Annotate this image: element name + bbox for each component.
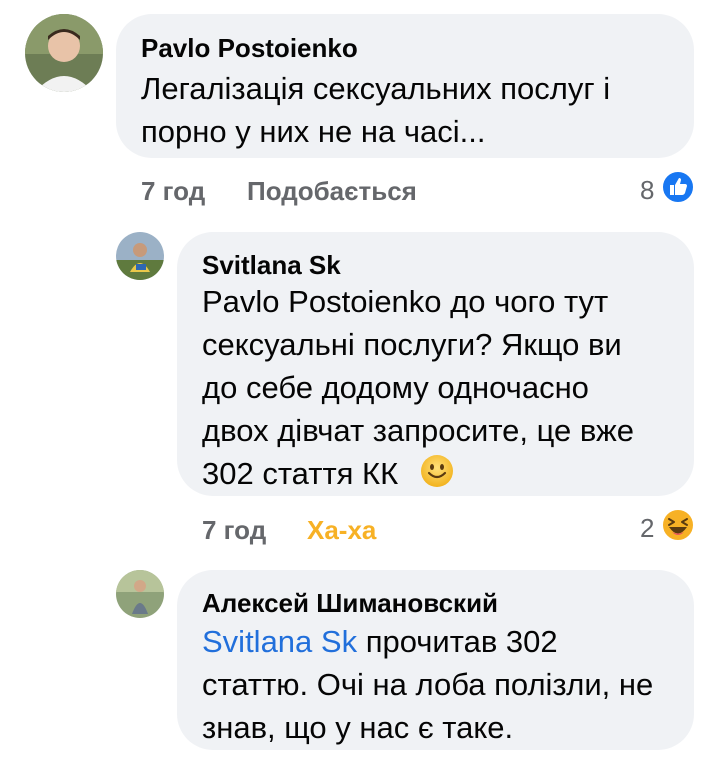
comment-text-line: Pavlo Postoienko до чого тут [202,284,609,319]
comment-text-line: порно у них не на часі... [141,114,486,149]
comment-text-line: 302 стаття КК [202,456,399,491]
comment-bubble: Алексей Шимановский Svitlana Sk прочитав… [177,570,694,750]
comment-time[interactable]: 7 год [141,176,205,207]
comment-bubble: Pavlo Postoienko Легалізація сексуальних… [116,14,694,158]
mention-link[interactable]: Svitlana Sk [202,624,357,659]
smile-emoji-icon [420,454,454,488]
comment-text-line: двох дівчат запросите, це вже [202,413,635,448]
comment-text-line: статтю. Очі на лоба полізли, не [202,667,654,702]
comment-text-line: знав, що у нас є таке. [202,710,514,745]
comment-author[interactable]: Svitlana Sk [202,250,341,281]
comment-text-line: сексуальні послуги? Якщо ви [202,327,622,362]
comment-text-line: Легалізація сексуальних послуг і [141,71,611,106]
like-icon[interactable] [661,170,695,204]
comment-bubble: Svitlana Sk Pavlo Postoienko до чого тут… [177,232,694,496]
avatar[interactable] [25,14,103,92]
reaction-count[interactable]: 8 [640,175,654,206]
comment-author[interactable]: Pavlo Postoienko [141,33,358,64]
comment-text-line: Svitlana Sk прочитав 302 [202,624,558,659]
like-button[interactable]: Подобається [247,176,417,207]
comment-author[interactable]: Алексей Шимановский [202,588,498,619]
haha-icon[interactable] [661,508,695,542]
reaction-count[interactable]: 2 [640,513,654,544]
avatar[interactable] [116,570,164,618]
haha-button[interactable]: Ха-ха [307,515,376,546]
comment-text-line: до себе додому одночасно [202,370,589,405]
avatar[interactable] [116,232,164,280]
comment-time[interactable]: 7 год [202,515,266,546]
